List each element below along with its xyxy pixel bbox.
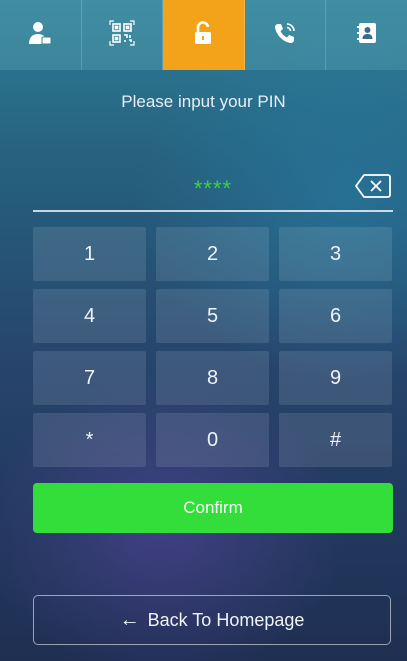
pin-value: **** [193, 176, 233, 201]
key-5[interactable]: 5 [156, 289, 269, 343]
key-3[interactable]: 3 [279, 227, 392, 281]
phone-call-icon [271, 19, 299, 52]
key-star[interactable]: * [33, 413, 146, 467]
key-8[interactable]: 8 [156, 351, 269, 405]
confirm-label: Confirm [183, 498, 243, 517]
back-to-homepage-button[interactable]: ← Back To Homepage [33, 595, 391, 645]
confirm-button[interactable]: Confirm [33, 483, 393, 533]
tab-phone[interactable] [245, 0, 327, 70]
tab-unlock[interactable] [163, 0, 245, 70]
key-0[interactable]: 0 [156, 413, 269, 467]
back-label: Back To Homepage [147, 609, 305, 630]
pin-prompt: Please input your PIN [121, 92, 286, 111]
contacts-icon [353, 19, 381, 52]
key-2[interactable]: 2 [156, 227, 269, 281]
top-tab-bar [0, 0, 407, 70]
keypad: 1 2 3 4 5 6 7 8 9 * 0 # [33, 227, 393, 467]
user-key-icon [26, 19, 54, 52]
qr-code-icon [108, 19, 136, 52]
tab-contacts[interactable] [326, 0, 407, 70]
tab-user[interactable] [0, 0, 82, 70]
tab-qr-code[interactable] [82, 0, 164, 70]
key-9[interactable]: 9 [279, 351, 392, 405]
pin-input-field[interactable]: **** [33, 164, 393, 212]
arrow-left-icon: ← [119, 608, 140, 631]
key-1[interactable]: 1 [33, 227, 146, 281]
backspace-icon[interactable] [353, 171, 393, 201]
key-7[interactable]: 7 [33, 351, 146, 405]
key-hash[interactable]: # [279, 413, 392, 467]
key-6[interactable]: 6 [279, 289, 392, 343]
key-4[interactable]: 4 [33, 289, 146, 343]
unlock-icon [189, 19, 217, 52]
